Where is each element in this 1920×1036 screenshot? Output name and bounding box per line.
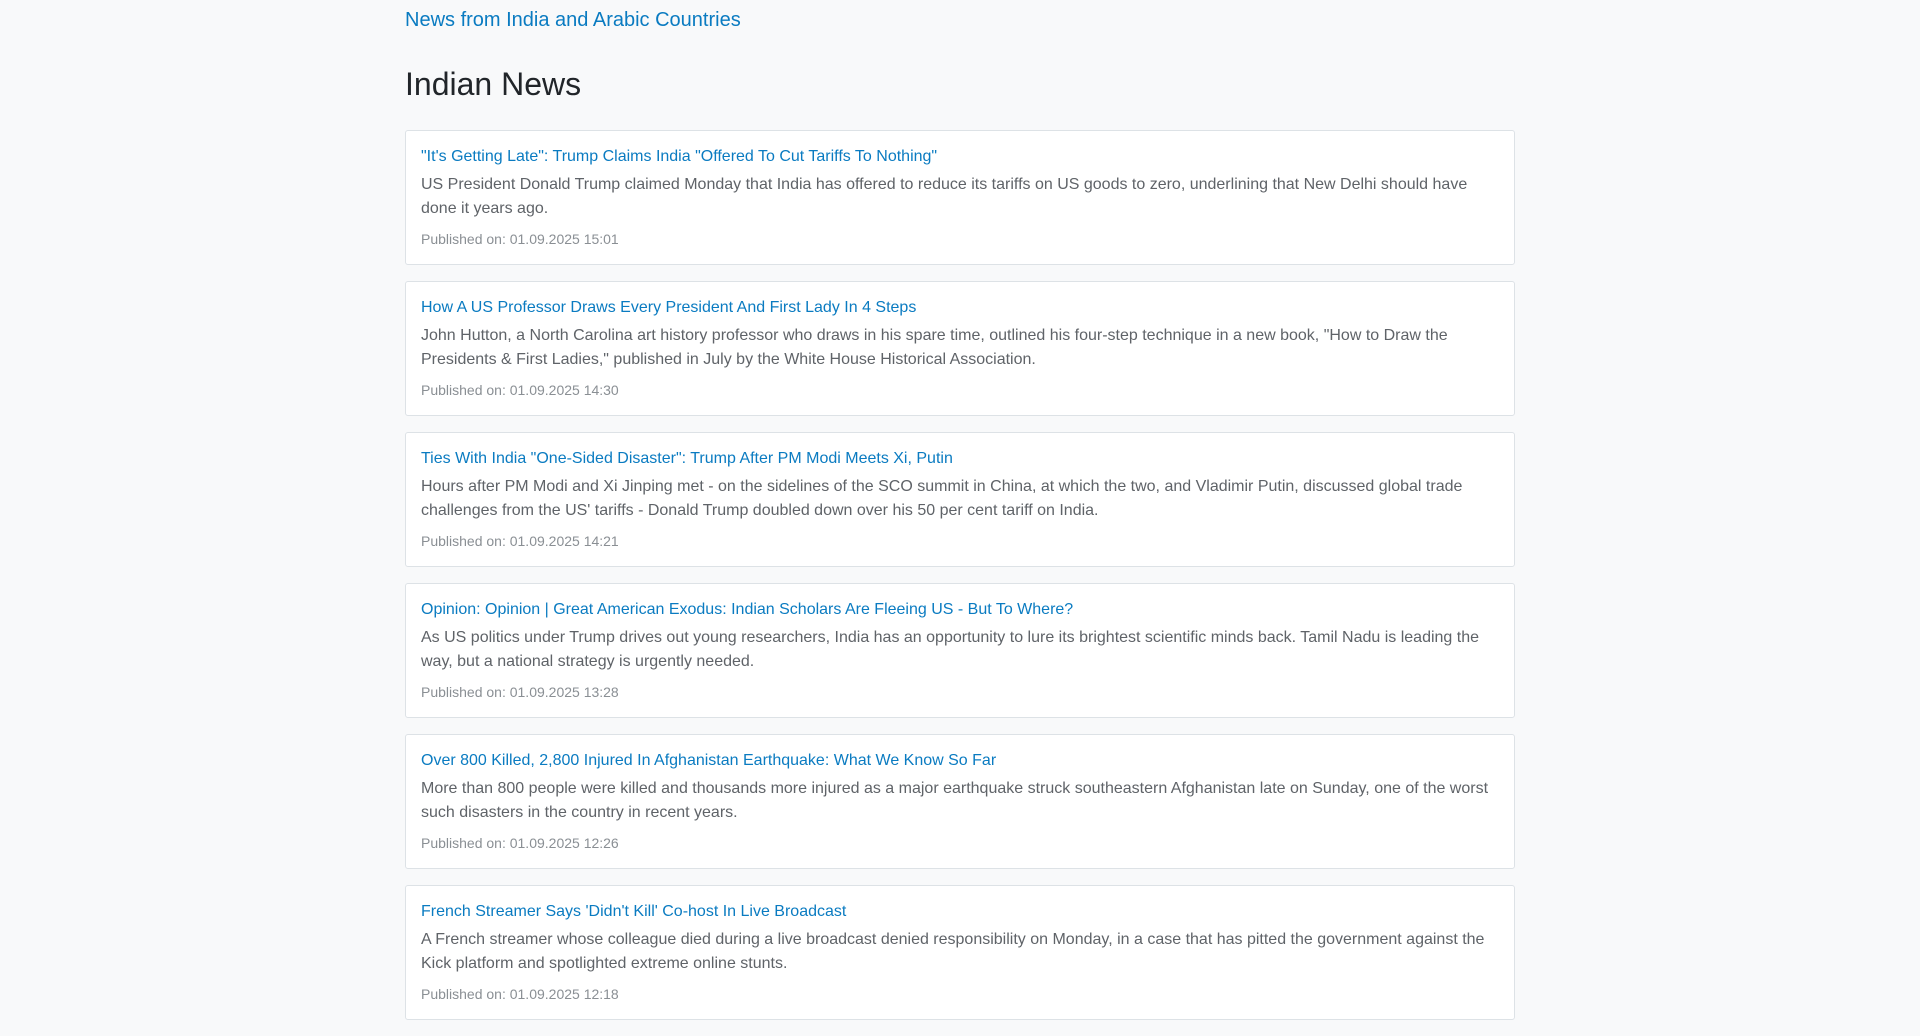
news-card: Ties With India "One-Sided Disaster": Tr… (405, 432, 1515, 567)
news-card-published-date: Published on: 01.09.2025 14:21 (421, 533, 619, 549)
news-card-published-date: Published on: 01.09.2025 12:26 (421, 835, 619, 851)
page-title: Indian News (405, 66, 582, 102)
news-card-title-link[interactable]: How A US Professor Draws Every President… (421, 300, 1499, 316)
news-card-title-link[interactable]: "It's Getting Late": Trump Claims India … (421, 149, 1499, 165)
news-card-published-date: Published on: 01.09.2025 15:01 (421, 231, 619, 247)
news-card-title-link[interactable]: Opinion: Opinion | Great American Exodus… (421, 602, 1499, 618)
news-card-description: John Hutton, a North Carolina art histor… (421, 327, 1448, 368)
news-card: "It's Getting Late": Trump Claims India … (405, 130, 1515, 265)
news-card: French Streamer Says 'Didn't Kill' Co-ho… (405, 885, 1515, 1020)
news-list: "It's Getting Late": Trump Claims India … (405, 130, 1515, 1020)
news-card-description: More than 800 people were killed and tho… (421, 780, 1489, 821)
news-card-description: A French streamer whose colleague died d… (421, 931, 1485, 972)
site-home-link[interactable]: News from India and Arabic Countries (405, 10, 1515, 30)
news-card-description: US President Donald Trump claimed Monday… (421, 176, 1468, 217)
news-card-published-date: Published on: 01.09.2025 14:30 (421, 382, 619, 398)
news-card: Over 800 Killed, 2,800 Injured In Afghan… (405, 734, 1515, 869)
news-card-description: As US politics under Trump drives out yo… (421, 629, 1480, 670)
news-card-published-date: Published on: 01.09.2025 13:28 (421, 684, 619, 700)
news-card-title-link[interactable]: Ties With India "One-Sided Disaster": Tr… (421, 451, 1499, 467)
news-card-description: Hours after PM Modi and Xi Jinping met -… (421, 478, 1463, 519)
main-container: News from India and Arabic Countries Ind… (405, 0, 1515, 1036)
news-card: Opinion: Opinion | Great American Exodus… (405, 583, 1515, 718)
news-card-published-date: Published on: 01.09.2025 12:18 (421, 986, 619, 1002)
news-card-title-link[interactable]: Over 800 Killed, 2,800 Injured In Afghan… (421, 753, 1499, 769)
news-card: How A US Professor Draws Every President… (405, 281, 1515, 416)
news-card-title-link[interactable]: French Streamer Says 'Didn't Kill' Co-ho… (421, 904, 1499, 920)
